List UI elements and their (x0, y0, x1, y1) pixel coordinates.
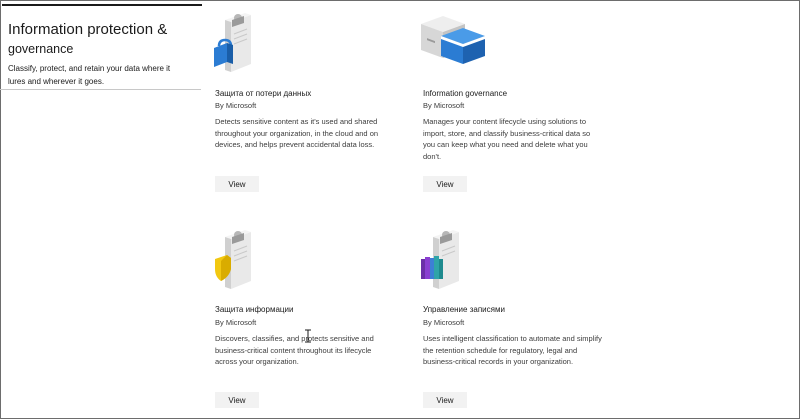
sidebar-divider (0, 89, 201, 90)
card-title[interactable]: Защита от потери данных (215, 89, 311, 98)
card-title[interactable]: Защита информации (215, 305, 293, 314)
page-title-line1: Information protection & (8, 21, 168, 38)
card-title[interactable]: Information governance (423, 89, 507, 98)
card-publisher: By Microsoft (215, 318, 257, 327)
clipboard-shield-icon (215, 230, 251, 289)
page-title: Information protection & governance (8, 19, 198, 60)
card-description: Uses intelligent classification to autom… (423, 334, 602, 366)
solution-card-dlp: Защита от потери данных By Microsoft Det… (214, 12, 400, 197)
view-button-dlp[interactable]: View (215, 176, 259, 192)
card-description: Detects sensitive content as it's used a… (215, 117, 379, 149)
solution-card-information-protection: Защита информации By Microsoft Discovers… (215, 229, 400, 414)
card-description: Manages your content lifecycle using sol… (423, 117, 591, 161)
clipboard-binders-icon (421, 230, 459, 289)
page-title-line2: governance (8, 42, 74, 56)
clipboard-lock-icon (214, 13, 251, 72)
card-publisher: By Microsoft (423, 101, 465, 110)
view-button-information-protection[interactable]: View (215, 392, 259, 408)
card-title[interactable]: Управление записями (423, 305, 505, 314)
card-publisher: By Microsoft (215, 101, 257, 110)
card-publisher: By Microsoft (423, 318, 465, 327)
page-description: Classify, protect, and retain your data … (8, 64, 171, 86)
text-cursor-icon (305, 329, 311, 343)
sidebar-top-rule (2, 4, 202, 6)
view-button-information-governance[interactable]: View (423, 176, 467, 192)
solution-card-information-governance: Information governance By Microsoft Mana… (421, 12, 608, 197)
view-button-records-management[interactable]: View (423, 392, 467, 408)
archive-boxes-icon (421, 16, 485, 64)
solution-card-records-management: Управление записями By Microsoft Uses in… (421, 229, 608, 414)
